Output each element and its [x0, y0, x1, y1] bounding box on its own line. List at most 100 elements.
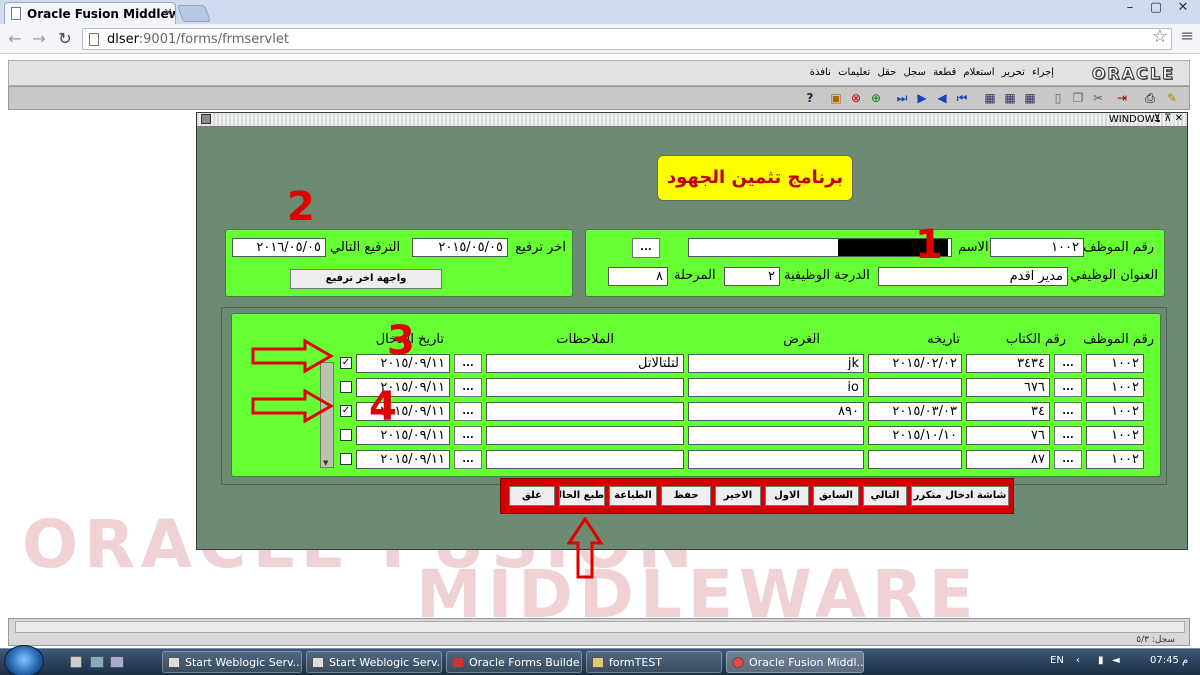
cell-emp-no[interactable]: ١٠٠٢	[1086, 378, 1144, 397]
help-icon[interactable]: ?	[803, 91, 817, 105]
new-tab-button[interactable]	[176, 5, 212, 22]
back-arrow-icon[interactable]: ←	[6, 29, 24, 49]
wrench-icon[interactable]: ≡	[1181, 26, 1194, 45]
menu-item-action[interactable]: إجراء	[1032, 67, 1054, 78]
volume-icon[interactable]: ◄	[1112, 655, 1120, 666]
cell-book-no[interactable]: ٣٤	[966, 402, 1050, 421]
menu-item-window[interactable]: نافذة	[810, 67, 831, 78]
previous-button[interactable]: السابق	[813, 486, 859, 506]
close-button[interactable]: غلق	[509, 486, 555, 506]
cell-purpose[interactable]: jk	[688, 354, 864, 373]
cell-notes[interactable]	[486, 402, 684, 421]
cell-purpose[interactable]: io	[688, 378, 864, 397]
paste-icon[interactable]: ▯	[1051, 91, 1065, 105]
cell-notes-lookup-button[interactable]: ...	[454, 402, 482, 421]
clock[interactable]: 07:45 م	[1150, 655, 1188, 666]
cell-book-no[interactable]: ٧٦	[966, 426, 1050, 445]
start-button[interactable]	[4, 645, 44, 675]
window-titlebar[interactable]: WINDOW1 ⊻ ⊼ ✕	[197, 113, 1187, 127]
close-window-button[interactable]: ✕	[1170, 0, 1196, 18]
quick-launch-icon[interactable]	[90, 656, 104, 668]
cell-entry-date[interactable]: ٢٠١٥/٠٩/١١	[356, 450, 450, 469]
cell-notes[interactable]	[486, 426, 684, 445]
url-input[interactable]: dlser:9001/forms/frmservlet	[82, 28, 1172, 50]
cell-book-date[interactable]	[868, 378, 962, 397]
next-promo-field[interactable]: ٢٠١٦/٠٥/٠٥	[232, 238, 326, 257]
next-record-icon[interactable]: ▶	[915, 91, 929, 105]
taskbar-item[interactable]: Oracle Fusion Middl...	[726, 651, 864, 673]
menu-item-query[interactable]: استعلام	[963, 67, 994, 78]
pencil-icon[interactable]: ✎	[1165, 91, 1179, 105]
cell-emp-lookup-button[interactable]: ...	[1054, 450, 1082, 469]
cell-emp-no[interactable]: ١٠٠٢	[1086, 402, 1144, 421]
menu-item-field[interactable]: حقل	[877, 67, 896, 78]
print-current-button[interactable]: طبع الحالي	[559, 486, 605, 506]
print-button[interactable]: الطباعة	[609, 486, 657, 506]
first-button[interactable]: الاول	[765, 486, 809, 506]
taskbar-item[interactable]: Start Weblogic Serv...	[162, 651, 302, 673]
multi-entry-button[interactable]: شاشة ادخال متكرر	[911, 486, 1009, 506]
cell-notes-lookup-button[interactable]: ...	[454, 354, 482, 373]
checked-checkbox[interactable]: ✓	[340, 405, 352, 417]
cell-emp-no[interactable]: ١٠٠٢	[1086, 354, 1144, 373]
cell-notes-lookup-button[interactable]: ...	[454, 378, 482, 397]
cell-notes[interactable]	[486, 378, 684, 397]
maximize-button[interactable]: ▢	[1144, 0, 1168, 18]
promo-screen-button[interactable]: واجهة اخر ترفيع	[290, 269, 442, 289]
quick-launch-icon[interactable]	[110, 656, 124, 668]
cell-notes-lookup-button[interactable]: ...	[454, 450, 482, 469]
prev-record-icon[interactable]: ◀	[935, 91, 949, 105]
menu-item-edit[interactable]: تحرير	[1002, 67, 1025, 78]
unchecked-checkbox[interactable]	[340, 381, 352, 393]
tray-expand-icon[interactable]: ‹	[1076, 655, 1080, 666]
query-icon[interactable]: ▦	[1023, 91, 1037, 105]
minimize-button[interactable]: –	[1118, 0, 1142, 18]
cell-book-date[interactable]: ٢٠١٥/٠٢/٠٢	[868, 354, 962, 373]
cell-emp-no[interactable]: ١٠٠٢	[1086, 426, 1144, 445]
last-promo-field[interactable]: ٢٠١٥/٠٥/٠٥	[412, 238, 508, 257]
last-button[interactable]: الاخير	[715, 486, 761, 506]
menu-item-help[interactable]: تعليمات	[838, 67, 870, 78]
checked-checkbox[interactable]: ✓	[340, 357, 352, 369]
tab-close-icon[interactable]: ×	[163, 5, 173, 19]
cell-book-date[interactable]	[868, 450, 962, 469]
cell-book-date[interactable]: ٢٠١٥/١٠/١٠	[868, 426, 962, 445]
taskbar-item[interactable]: Start Weblogic Serv...	[306, 651, 442, 673]
cell-purpose[interactable]: ٨٩٠	[688, 402, 864, 421]
cell-emp-no[interactable]: ١٠٠٢	[1086, 450, 1144, 469]
job-title-field[interactable]: مدير اقدم	[878, 267, 1068, 286]
menu-item-record[interactable]: سجل	[903, 67, 925, 78]
cell-book-no[interactable]: ٦٧٦	[966, 378, 1050, 397]
bookmark-star-icon[interactable]: ☆	[1152, 26, 1168, 47]
cell-emp-lookup-button[interactable]: ...	[1054, 378, 1082, 397]
cell-notes-lookup-button[interactable]: ...	[454, 426, 482, 445]
first-record-icon[interactable]: ⏮	[955, 91, 969, 105]
remove-record-icon[interactable]: ⊗	[849, 91, 863, 105]
unchecked-checkbox[interactable]	[340, 453, 352, 465]
cell-purpose[interactable]	[688, 426, 864, 445]
insert-record-icon[interactable]: ⊕	[869, 91, 883, 105]
cell-emp-lookup-button[interactable]: ...	[1054, 354, 1082, 373]
next-button[interactable]: التالي	[863, 486, 907, 506]
reload-icon[interactable]: ↻	[56, 29, 74, 49]
cell-emp-lookup-button[interactable]: ...	[1054, 402, 1082, 421]
grade-field[interactable]: ٢	[724, 267, 780, 286]
menu-item-block[interactable]: قطعة	[933, 67, 956, 78]
cell-book-date[interactable]: ٢٠١٥/٠٣/٠٣	[868, 402, 962, 421]
exit-icon[interactable]: ⇥	[1115, 91, 1129, 105]
cell-purpose[interactable]	[688, 450, 864, 469]
cell-emp-lookup-button[interactable]: ...	[1054, 426, 1082, 445]
last-record-icon[interactable]: ⏭	[895, 91, 909, 105]
show-desktop-icon[interactable]	[70, 656, 82, 668]
browser-tab[interactable]: Oracle Fusion Middleware ×	[4, 2, 176, 24]
network-icon[interactable]: ▮	[1098, 655, 1104, 666]
unchecked-checkbox[interactable]	[340, 429, 352, 441]
lock-record-icon[interactable]: ▣	[829, 91, 843, 105]
taskbar-item[interactable]: Oracle Forms Builde...	[446, 651, 582, 673]
cell-book-no[interactable]: ٨٧	[966, 450, 1050, 469]
window-control-icons[interactable]: ⊻ ⊼ ✕	[1154, 113, 1183, 124]
execute-query-icon[interactable]: ▦	[1003, 91, 1017, 105]
scroll-down-icon[interactable]: ▼	[323, 459, 328, 467]
cell-book-no[interactable]: ٣٤٣٤	[966, 354, 1050, 373]
emp-no-field[interactable]: ١٠٠٢	[990, 238, 1084, 257]
